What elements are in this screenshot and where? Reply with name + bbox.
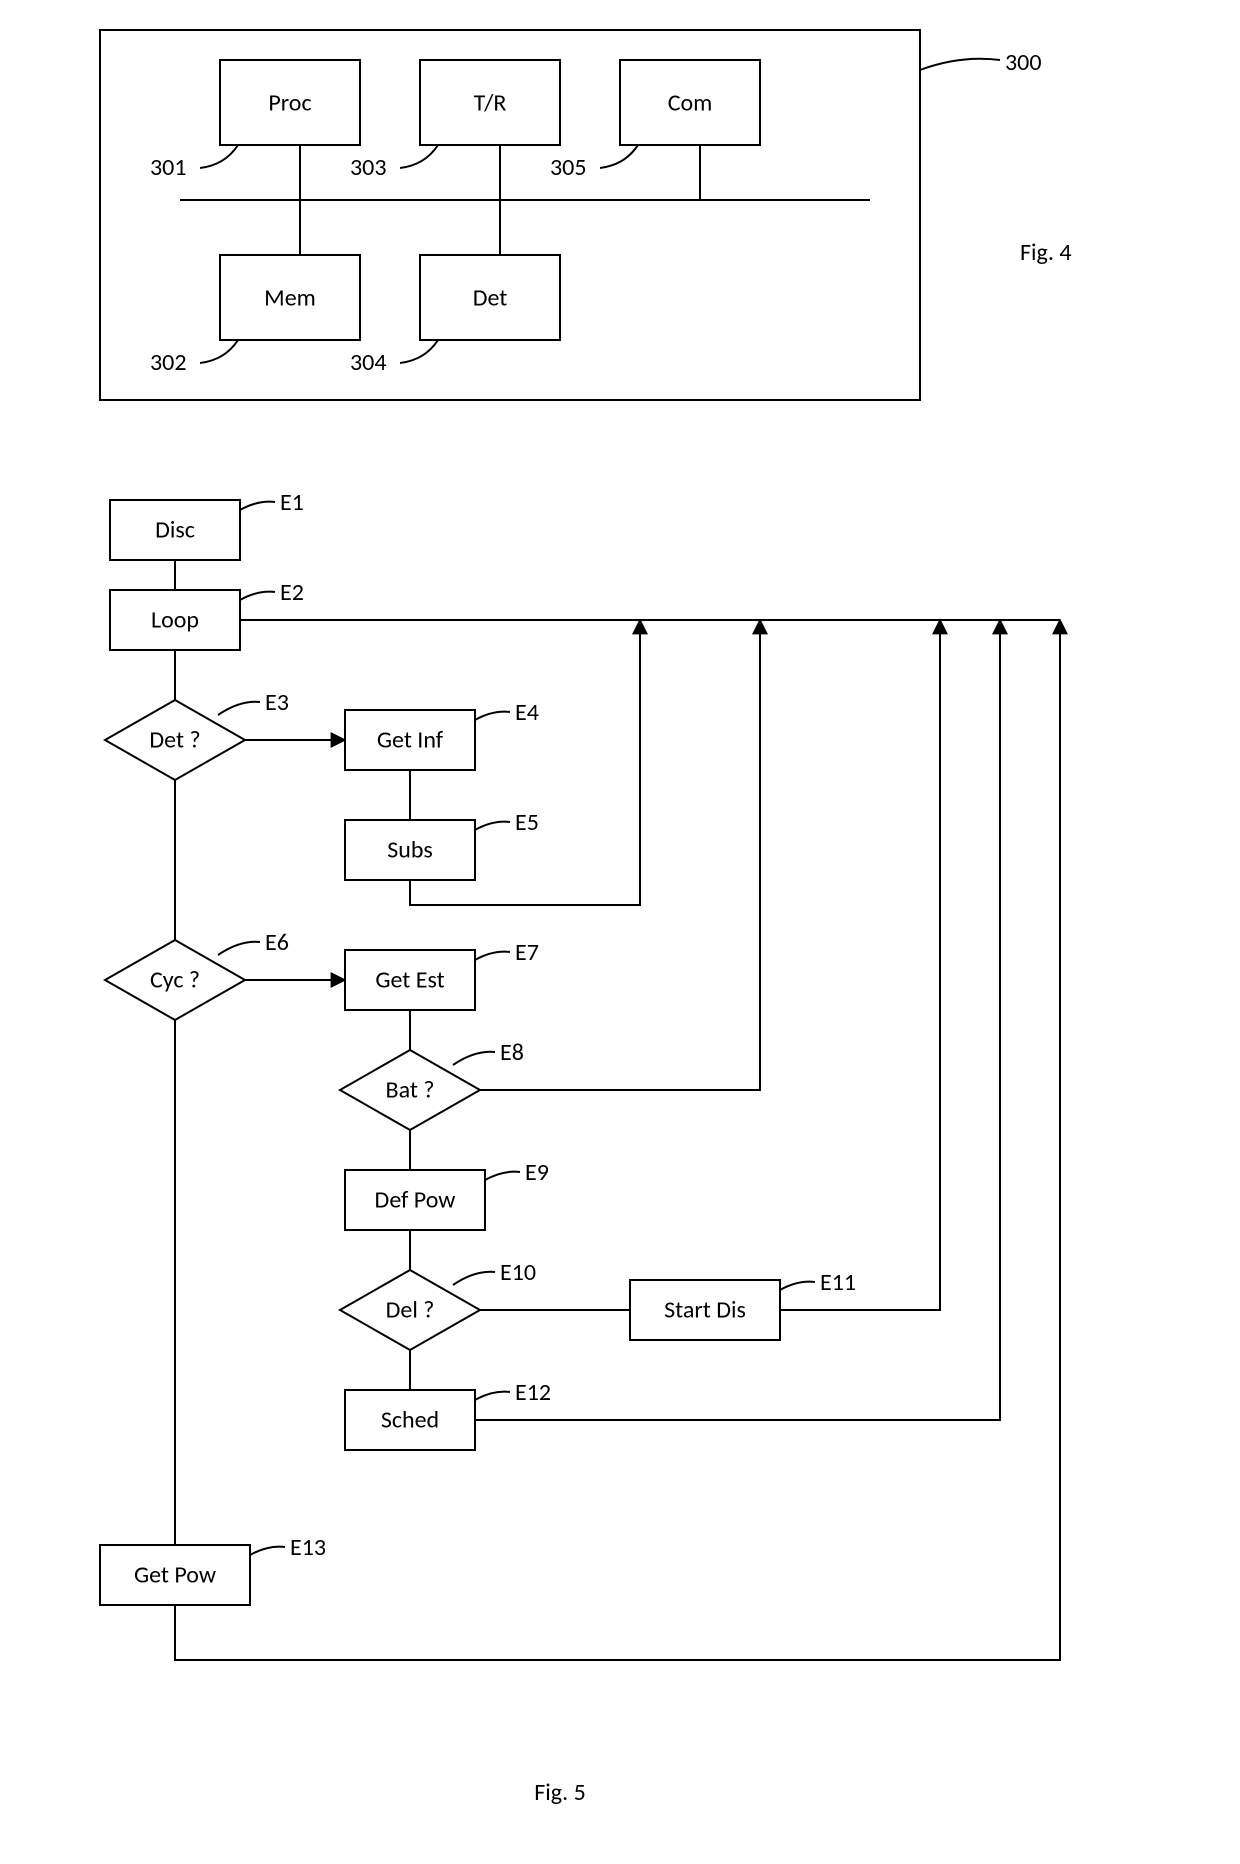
ref-e13: E13 [290, 1533, 326, 1562]
ref-302: 302 [150, 348, 187, 377]
svg-text:Disc: Disc [155, 516, 195, 545]
svg-text:Def Pow: Def Pow [375, 1186, 456, 1215]
ref-e2: E2 [280, 578, 304, 607]
node-startdis: Start Dis E11 [630, 1268, 856, 1340]
node-disc: Disc E1 [110, 488, 304, 560]
ref-e12: E12 [515, 1378, 551, 1407]
ref-e3: E3 [265, 688, 289, 717]
node-getest: Get Est E7 [345, 938, 539, 1010]
fig4: 300 Proc 301 T/R 303 Com 305 [100, 30, 1071, 400]
svg-text:Mem: Mem [264, 284, 316, 313]
node-getpow: Get Pow E13 [100, 1533, 326, 1605]
svg-text:T/R: T/R [474, 89, 507, 118]
ref-e9: E9 [525, 1158, 549, 1187]
fig5-caption: Fig. 5 [534, 1778, 585, 1807]
node-detq: Det ? E3 [105, 688, 289, 780]
node-delq: Del ? E10 [340, 1258, 536, 1350]
ref-305: 305 [550, 153, 587, 182]
svg-text:Proc: Proc [268, 89, 311, 118]
svg-text:Det ?: Det ? [149, 726, 200, 755]
svg-text:Start Dis: Start Dis [664, 1296, 746, 1325]
ref-e6: E6 [265, 928, 289, 957]
svg-text:Get Inf: Get Inf [377, 726, 444, 755]
svg-text:Com: Com [668, 89, 713, 118]
ref-e8: E8 [500, 1038, 524, 1067]
ref-e10: E10 [500, 1258, 536, 1287]
svg-text:Subs: Subs [387, 836, 433, 865]
ref-e1: E1 [280, 488, 304, 517]
node-sched: Sched E12 [345, 1378, 551, 1450]
fig4-caption: Fig. 4 [1020, 238, 1071, 267]
fig4-container-ref: 300 [1005, 48, 1042, 77]
node-batq: Bat ? E8 [340, 1038, 524, 1130]
svg-text:Get Est: Get Est [375, 966, 444, 995]
svg-text:Get Pow: Get Pow [134, 1561, 216, 1590]
ref-e4: E4 [515, 698, 539, 727]
node-cycq: Cyc ? E6 [105, 928, 289, 1020]
node-getinf: Get Inf E4 [345, 698, 539, 770]
svg-text:Bat ?: Bat ? [386, 1076, 435, 1105]
svg-text:Cyc ?: Cyc ? [150, 966, 200, 995]
node-subs: Subs E5 [345, 808, 539, 880]
ref-e5: E5 [515, 808, 539, 837]
ref-303: 303 [350, 153, 387, 182]
node-defpow: Def Pow E9 [345, 1158, 549, 1230]
ref-e11: E11 [820, 1268, 856, 1297]
svg-text:Det: Det [473, 284, 508, 313]
ref-e7: E7 [515, 938, 539, 967]
svg-text:Loop: Loop [151, 606, 199, 635]
svg-text:Del ?: Del ? [386, 1296, 435, 1325]
svg-text:Sched: Sched [381, 1406, 439, 1435]
fig5: Disc E1 Loop E2 Det ? E3 Get Inf E4 [100, 488, 1060, 1807]
ref-301: 301 [150, 153, 187, 182]
ref-304: 304 [350, 348, 387, 377]
node-loop: Loop E2 [110, 578, 304, 650]
